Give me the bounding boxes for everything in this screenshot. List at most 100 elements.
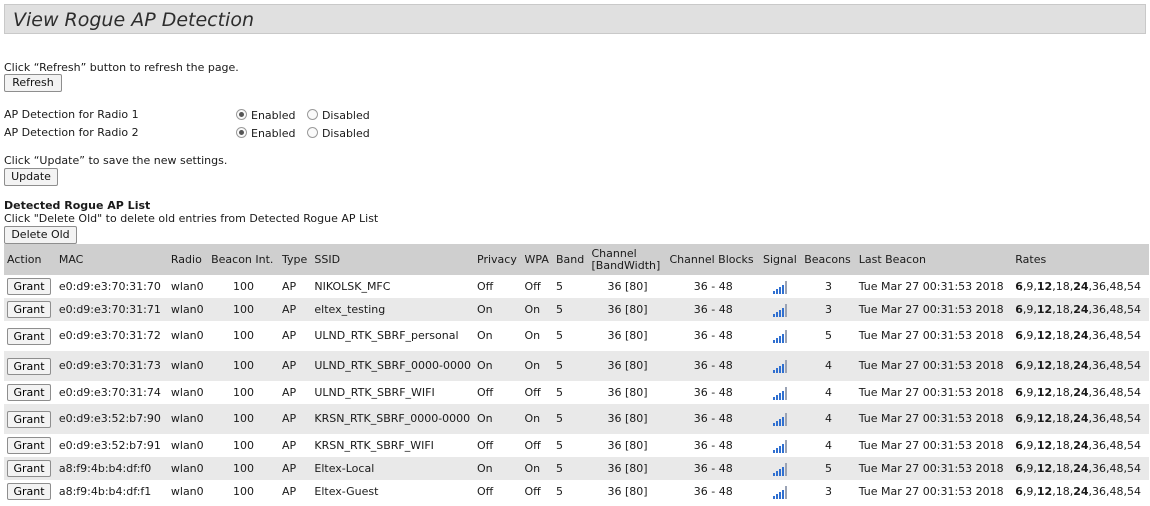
grant-button[interactable]: Grant <box>7 301 51 318</box>
beacons-cell: 4 <box>801 381 856 404</box>
grant-button[interactable]: Grant <box>7 410 51 428</box>
privacy-cell: On <box>474 457 522 480</box>
beacon-int-cell: 100 <box>208 480 279 503</box>
col-channel-blocks: Channel Blocks <box>666 244 760 275</box>
action-cell: Grant <box>4 457 56 480</box>
col-band: Band <box>552 244 589 275</box>
action-cell: Grant <box>4 434 56 457</box>
type-cell: AP <box>278 404 312 434</box>
radio-cell: wlan0 <box>167 275 209 298</box>
privacy-cell: Off <box>474 275 522 298</box>
col-signal: Signal <box>759 244 802 275</box>
enabled-label: Enabled <box>251 127 296 140</box>
channel-cell: 36 [80] <box>588 351 667 381</box>
grant-button[interactable]: Grant <box>7 437 51 454</box>
wpa-cell: Off <box>521 275 553 298</box>
signal-cell <box>759 404 802 434</box>
privacy-cell: Off <box>474 381 522 404</box>
action-cell: Grant <box>4 321 56 351</box>
mac-cell: e0:d9:e3:70:31:74 <box>55 381 168 404</box>
rates-cell: 6,9,12,18,24,36,48,54 <box>1012 381 1149 404</box>
table-row: Grant e0:d9:e3:70:31:72 wlan0 100 AP ULND_RTK… <box>4 321 1149 351</box>
band-cell: 5 <box>552 480 589 503</box>
privacy-cell: Off <box>474 480 522 503</box>
rates-cell: 6,9,12,18,24,36,48,54 <box>1012 321 1149 351</box>
col-type: Type <box>278 244 312 275</box>
last-beacon-cell: Tue Mar 27 00:31:53 2018 <box>855 434 1013 457</box>
band-cell: 5 <box>552 351 589 381</box>
type-cell: AP <box>278 351 312 381</box>
refresh-button[interactable]: Refresh <box>4 74 62 92</box>
privacy-cell: On <box>474 321 522 351</box>
channel-cell: 36 [80] <box>588 480 667 503</box>
action-cell: Grant <box>4 381 56 404</box>
ssid-cell: ULND_RTK_SBRF_WIFI <box>311 381 474 404</box>
table-row: Grant e0:d9:e3:70:31:71 wlan0 100 AP eltex_te… <box>4 298 1149 321</box>
wpa-cell: Off <box>521 480 553 503</box>
last-beacon-cell: Tue Mar 27 00:31:53 2018 <box>855 321 1013 351</box>
table-row: Grant a8:f9:4b:b4:df:f0 wlan0 100 AP Eltex-Lo… <box>4 457 1149 480</box>
radio2-disabled-radio[interactable] <box>306 127 318 138</box>
beacon-int-cell: 100 <box>208 381 279 404</box>
mac-cell: e0:d9:e3:70:31:73 <box>55 351 168 381</box>
signal-cell <box>759 298 802 321</box>
radio1-enabled-radio[interactable] <box>236 109 247 120</box>
signal-bars-icon <box>773 330 788 343</box>
list-title: Detected Rogue AP List <box>4 199 151 212</box>
update-hint: Click “Update” to save the new settings. <box>4 154 228 167</box>
signal-cell <box>759 321 802 351</box>
radio-cell: wlan0 <box>167 434 209 457</box>
last-beacon-cell: Tue Mar 27 00:31:53 2018 <box>855 381 1013 404</box>
channel-blocks-cell: 36 - 48 <box>666 434 760 457</box>
rates-cell: 6,9,12,18,24,36,48,54 <box>1012 404 1149 434</box>
mac-cell: a8:f9:4b:b4:df:f1 <box>55 480 168 503</box>
beacons-cell: 3 <box>801 480 856 503</box>
signal-bars-icon <box>773 462 788 476</box>
last-beacon-cell: Tue Mar 27 00:31:53 2018 <box>855 351 1013 381</box>
channel-blocks-cell: 36 - 48 <box>666 275 760 298</box>
privacy-cell: On <box>474 404 522 434</box>
action-cell: Grant <box>4 275 56 298</box>
mac-cell: e0:d9:e3:70:31:72 <box>55 321 168 351</box>
mac-cell: e0:d9:e3:52:b7:90 <box>55 404 168 434</box>
signal-cell <box>759 434 802 457</box>
page-title: View Rogue AP Detection <box>13 9 254 31</box>
privacy-cell: On <box>474 351 522 381</box>
channel-blocks-cell: 36 - 48 <box>666 381 760 404</box>
radio1-disabled-radio[interactable] <box>306 109 318 120</box>
grant-button[interactable]: Grant <box>7 278 51 295</box>
rogue-ap-table: Action MAC Radio Beacon Int. Type SSID P… <box>4 244 1149 503</box>
wpa-cell: On <box>521 404 553 434</box>
type-cell: AP <box>278 275 312 298</box>
col-channel: Channel [BandWidth] <box>588 244 667 275</box>
table-row: Grant e0:d9:e3:70:31:73 wlan0 100 AP ULND_RTK… <box>4 351 1149 381</box>
wpa-cell: Off <box>521 381 553 404</box>
beacon-int-cell: 100 <box>208 275 279 298</box>
beacons-cell: 3 <box>801 298 856 321</box>
radio-cell: wlan0 <box>167 381 209 404</box>
wpa-cell: Off <box>521 434 553 457</box>
radio-cell: wlan0 <box>167 321 209 351</box>
grant-button[interactable]: Grant <box>7 357 51 375</box>
radio1-label: AP Detection for Radio 1 <box>4 108 139 121</box>
type-cell: AP <box>278 381 312 404</box>
table-header-row: Action MAC Radio Beacon Int. Type SSID P… <box>4 244 1149 275</box>
grant-button[interactable]: Grant <box>7 483 51 500</box>
grant-button[interactable]: Grant <box>7 460 51 477</box>
signal-bars-icon <box>773 303 788 317</box>
update-button[interactable]: Update <box>4 168 58 186</box>
grant-button[interactable]: Grant <box>7 384 51 401</box>
signal-cell <box>759 457 802 480</box>
ssid-cell: NIKOLSK_MFC <box>311 275 474 298</box>
last-beacon-cell: Tue Mar 27 00:31:53 2018 <box>855 480 1013 503</box>
radio2-enabled-radio[interactable] <box>236 127 247 138</box>
page-header: View Rogue AP Detection <box>4 4 1146 34</box>
action-cell: Grant <box>4 351 56 381</box>
disabled-label: Disabled <box>321 109 370 122</box>
signal-bars-icon <box>773 413 788 426</box>
channel-cell: 36 [80] <box>588 298 667 321</box>
delete-old-button[interactable]: Delete Old <box>4 226 77 244</box>
band-cell: 5 <box>552 298 589 321</box>
channel-cell: 36 [80] <box>588 404 667 434</box>
grant-button[interactable]: Grant <box>7 327 51 345</box>
